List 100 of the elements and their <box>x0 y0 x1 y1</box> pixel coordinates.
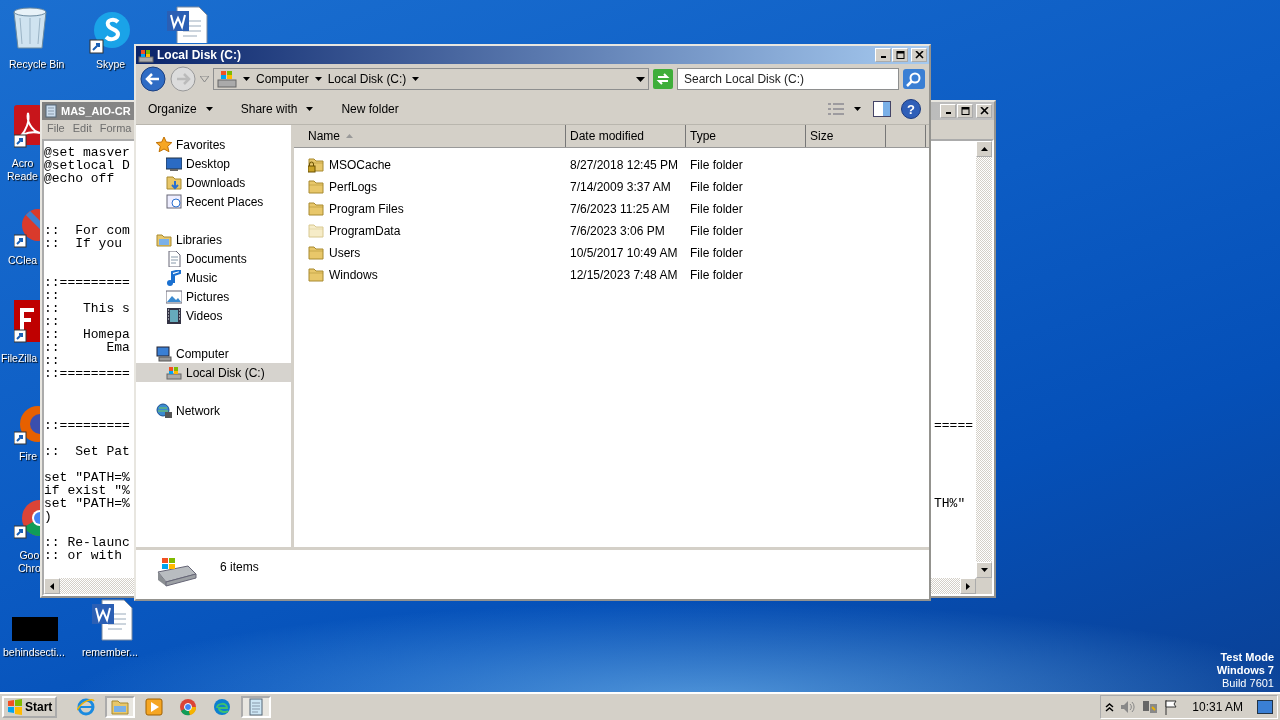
menu-item[interactable]: Edit <box>72 122 92 137</box>
document-icon <box>166 250 182 267</box>
back-button[interactable] <box>140 66 166 92</box>
nav-item[interactable]: Downloads <box>136 173 291 192</box>
document-icon[interactable] <box>90 598 134 642</box>
preview-pane-icon[interactable] <box>873 101 891 117</box>
code-line: ::========= <box>44 366 130 381</box>
close-icon <box>979 107 989 115</box>
breadcrumb-item[interactable]: Computer <box>256 72 309 86</box>
file-name[interactable]: MSOCache <box>329 158 392 172</box>
file-name[interactable]: PerfLogs <box>329 180 378 194</box>
nav-item[interactable]: Videos <box>136 306 291 325</box>
address-dropdown-icon[interactable] <box>636 76 645 82</box>
folder-icon <box>111 698 130 716</box>
show-hidden-icons-icon[interactable] <box>1105 702 1115 712</box>
address-bar[interactable]: Computer Local Disk (C:) <box>213 68 649 90</box>
code-line: set "PATH=% <box>44 496 130 511</box>
desktop-icon-label[interactable]: Acro Reade <box>7 157 38 183</box>
desktop-icon-label[interactable]: Fire <box>19 450 38 463</box>
breadcrumb-item[interactable]: Local Disk (C:) <box>327 72 407 86</box>
filezilla-icon[interactable] <box>14 300 42 344</box>
nav-item[interactable]: Network <box>136 401 291 420</box>
caret-icon <box>243 77 250 81</box>
code-line: ===== <box>934 419 974 432</box>
nav-item[interactable]: Desktop <box>136 154 291 173</box>
desktop-icon-label[interactable]: FileZilla <box>1 352 38 365</box>
file-name[interactable]: ProgramData <box>329 224 401 238</box>
toolbar-button[interactable]: Organize <box>144 100 217 118</box>
vertical-scrollbar[interactable] <box>976 141 992 578</box>
file-type: File folder <box>690 246 743 260</box>
scroll-up-button[interactable] <box>976 141 992 157</box>
code-line: ) <box>44 509 52 524</box>
toolbar-button[interactable]: New folder <box>337 100 403 118</box>
computer-icon <box>156 345 172 362</box>
nav-item[interactable]: Libraries <box>136 230 291 249</box>
resize-grip[interactable] <box>976 578 992 594</box>
left-arrow-icon <box>50 582 54 590</box>
file-name[interactable]: Program Files <box>329 202 404 216</box>
nav-item[interactable]: Documents <box>136 249 291 268</box>
caret-icon <box>314 77 322 81</box>
desktop-icon-label[interactable]: CClea <box>8 254 38 267</box>
flag-icon[interactable] <box>1164 699 1179 715</box>
file-type: File folder <box>690 158 743 172</box>
nav-item[interactable]: Recent Places <box>136 192 291 211</box>
desktop-icon-label[interactable]: Recycle Bin <box>9 58 65 71</box>
date-modified: 8/27/2018 12:45 PM <box>570 158 679 172</box>
picture-icon <box>166 288 182 305</box>
file-name[interactable]: Users <box>329 246 361 260</box>
search-button[interactable] <box>903 69 925 89</box>
code-line: :: <box>44 314 60 329</box>
menu-item[interactable]: Forma <box>99 122 132 137</box>
help-button[interactable]: ? <box>901 99 921 119</box>
caret-icon[interactable] <box>854 106 863 112</box>
scroll-down-button[interactable] <box>976 562 992 578</box>
music-note-icon <box>166 269 182 286</box>
desktop-icon-label[interactable]: behindsecti... <box>3 646 65 659</box>
clock-time[interactable]: 10:31 AM <box>1192 700 1243 714</box>
library-icon <box>156 231 172 248</box>
windows-logo-icon <box>7 699 23 715</box>
show-desktop-icon[interactable] <box>1257 700 1273 714</box>
nav-item[interactable]: Favorites <box>136 135 291 154</box>
maximize-icon <box>960 107 970 115</box>
nav-item[interactable]: Pictures <box>136 287 291 306</box>
toolbar-button[interactable]: Share with <box>236 100 318 118</box>
code-line: ::========= <box>44 418 130 433</box>
minimize-button[interactable] <box>875 48 891 62</box>
file-name[interactable]: Windows <box>329 268 378 282</box>
acrobat-icon[interactable] <box>14 105 42 149</box>
date-modified: 7/6/2023 3:06 PM <box>570 224 665 238</box>
code-line: set "PATH=% <box>44 470 130 485</box>
thumbnail-icon[interactable] <box>12 617 58 641</box>
drive-icon <box>217 70 237 88</box>
code-line: :: Set Pat <box>44 444 130 459</box>
nav-item[interactable]: Music <box>136 268 291 287</box>
start-button[interactable]: Start <box>2 696 58 718</box>
maximize-button[interactable] <box>892 48 908 62</box>
recycle-bin-icon[interactable] <box>10 6 50 50</box>
close-button[interactable] <box>911 48 927 62</box>
scroll-left-button[interactable] <box>44 578 60 594</box>
code-line: :: Homepa <box>44 327 130 342</box>
caret-icon <box>412 77 420 81</box>
caret-icon <box>306 107 314 111</box>
caret-icon <box>205 107 213 111</box>
desktop-icon-label[interactable]: Goo Chro <box>18 549 41 575</box>
scroll-right-button[interactable] <box>960 578 976 594</box>
date-modified: 7/14/2009 3:37 AM <box>570 180 671 194</box>
item-count: 6 items <box>220 559 259 574</box>
desktop-icon-label[interactable]: Skype <box>96 58 126 71</box>
refresh-button[interactable] <box>653 69 673 89</box>
os-notice-text: Test Mode <box>1220 651 1274 664</box>
nav-item[interactable]: Computer <box>136 344 291 363</box>
desktop-icon-label[interactable]: remember... <box>82 646 139 659</box>
window-title: Local Disk (C:) <box>157 48 241 62</box>
skype-icon[interactable] <box>88 10 132 54</box>
network-icon[interactable] <box>1142 699 1159 715</box>
code-line: @set masver <box>44 145 130 160</box>
search-field[interactable]: Search Local Disk (C:) <box>677 68 899 90</box>
nav-item[interactable]: Local Disk (C:) <box>136 363 291 382</box>
date-modified: 7/6/2023 11:25 AM <box>570 202 670 216</box>
folder-icon <box>308 179 324 195</box>
